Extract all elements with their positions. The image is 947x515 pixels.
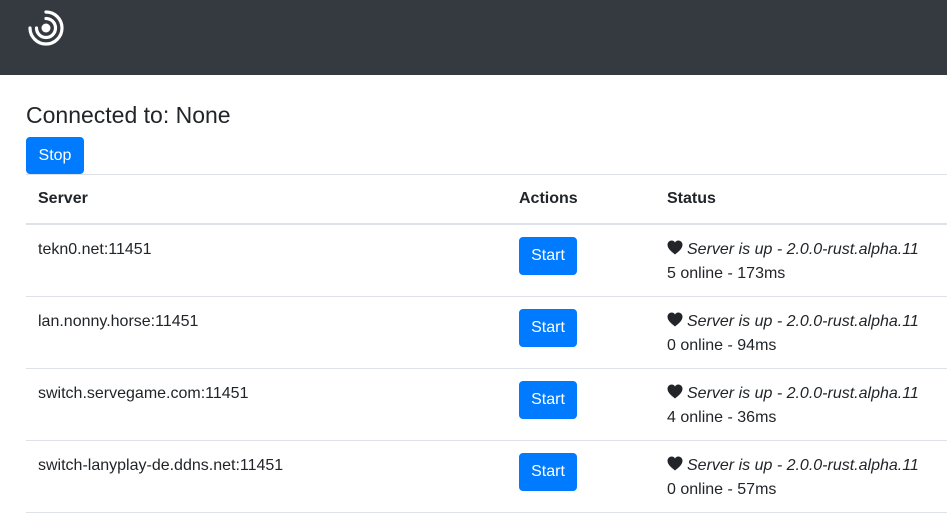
connection-status-title: Connected to: None [26,102,231,128]
table-row: lan.nonny.horse:11451 Start Server is up… [26,296,947,369]
start-button[interactable]: Start [519,380,577,419]
ring-logo-icon[interactable] [24,8,68,48]
table-row: switch.servegame.com:11451 Start Server … [26,368,947,441]
server-cell: switch-lanyplay-de.ddns.net:11451 [26,440,507,513]
start-button[interactable]: Start [519,237,577,275]
table-row: tekn0.net:11451 Start Server is up - 2.0… [26,224,947,297]
status-cell: Server is up - 2.0.0-rust.alpha.11 0 onl… [655,296,947,369]
status-text: Server is up - 2.0.0-rust.alpha.11 [687,312,919,330]
server-address: lan.nonny.horse:11451 [38,312,199,330]
status-cell: Server is up - 2.0.0-rust.alpha.11 5 onl… [655,224,947,297]
actions-cell: Start [507,368,655,441]
status-text: Server is up - 2.0.0-rust.alpha.11 [687,384,919,402]
column-header-status: Status [655,174,947,225]
actions-cell: Start [507,224,655,297]
server-address: switch.servegame.com:11451 [38,384,249,402]
heart-icon [667,312,683,326]
server-address: tekn0.net:11451 [38,241,152,258]
table-header-row: Server Actions Status [26,174,947,225]
status-text: Server is up - 2.0.0-rust.alpha.11 [687,456,919,474]
status-detail: 4 online - 36ms [667,408,777,426]
heart-icon [667,240,683,255]
status-detail: 5 online - 173ms [667,265,786,282]
heart-icon [667,384,683,398]
start-button[interactable]: Start [519,308,577,347]
server-cell: switch.servegame.com:11451 [26,368,507,441]
start-button[interactable]: Start [519,452,577,491]
status-detail: 0 online - 94ms [667,336,777,354]
column-header-server: Server [26,174,507,225]
server-table: Server Actions Status tekn0.net:11451 St… [26,174,947,513]
status-detail: 0 online - 57ms [667,480,777,498]
status-text: Server is up - 2.0.0-rust.alpha.11 [687,241,919,258]
status-cell: Server is up - 2.0.0-rust.alpha.11 4 onl… [655,368,947,441]
table-row: switch-lanyplay-de.ddns.net:11451 Start … [26,440,947,513]
server-address: switch-lanyplay-de.ddns.net:11451 [38,456,284,474]
column-header-actions: Actions [507,174,655,225]
navbar [0,0,947,75]
heart-icon [667,456,683,470]
actions-cell: Start [507,296,655,369]
server-cell: tekn0.net:11451 [26,224,507,297]
actions-cell: Start [507,440,655,513]
stop-button[interactable]: Stop [26,137,84,174]
status-cell: Server is up - 2.0.0-rust.alpha.11 0 onl… [655,440,947,513]
server-cell: lan.nonny.horse:11451 [26,296,507,369]
